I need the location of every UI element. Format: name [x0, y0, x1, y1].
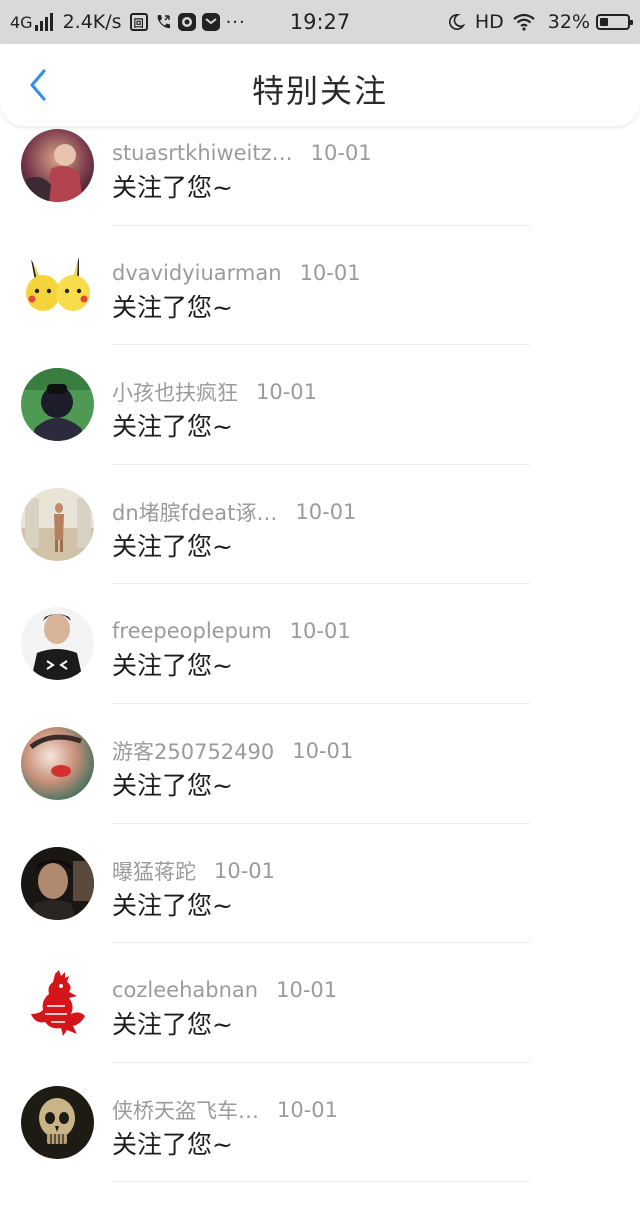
name-line: 侠桥天盗飞车… 10-01 — [112, 1096, 338, 1124]
battery-icon — [596, 14, 633, 30]
name-line: 曝猛蒋跎 10-01 — [112, 857, 275, 885]
name-line: stuasrtkhiweitz… 10-01 — [112, 139, 372, 167]
rooster-avatar — [21, 966, 94, 1040]
user-name[interactable]: 小孩也扶疯狂 — [112, 377, 238, 407]
status-right: HD 32% — [447, 0, 633, 44]
photo-avatar — [21, 607, 94, 681]
user-name[interactable]: stuasrtkhiweitz… — [112, 141, 293, 165]
follow-date: 10-01 — [295, 499, 357, 524]
moon-icon — [447, 13, 465, 31]
notification-message: 关注了您~ — [112, 531, 233, 561]
follow-date: 10-01 — [289, 619, 351, 644]
user-name[interactable]: dvavidyiuarman — [112, 261, 282, 285]
notification-message: 关注了您~ — [112, 412, 233, 442]
record-icon — [177, 13, 196, 31]
pikachu-avatar — [21, 248, 94, 322]
name-line: 小孩也扶疯狂 10-01 — [112, 378, 317, 406]
message-icon — [201, 13, 220, 31]
photo-avatar — [21, 487, 94, 561]
sim-icon: 回 — [129, 13, 148, 31]
name-line: dn堵膑fdeat诼… 10-01 — [112, 498, 356, 526]
battery-level — [600, 18, 609, 26]
notification-row[interactable]: cozleehabnan 10-01 关注了您~ — [0, 943, 640, 1063]
notification-row[interactable]: dn堵膑fdeat诼… 10-01 关注了您~ — [0, 465, 640, 585]
user-name[interactable]: 游客250752490 — [112, 736, 274, 766]
user-name[interactable]: freepeoplepum — [112, 619, 272, 643]
user-avatar[interactable] — [21, 248, 94, 322]
user-avatar[interactable] — [21, 846, 94, 920]
name-line: freepeoplepum 10-01 — [112, 617, 351, 645]
follow-date: 10-01 — [310, 141, 372, 165]
status-left: 4G 2.4K/s 回 ··· — [10, 0, 246, 44]
signal-icon — [34, 13, 55, 31]
photo-avatar — [21, 726, 94, 800]
notification-message: 关注了您~ — [112, 1129, 233, 1159]
user-avatar[interactable] — [21, 1085, 94, 1159]
notification-list: stuasrtkhiweitz… 10-01 关注了您~ dvavidyiuarman… — [0, 106, 640, 1182]
notification-message: 关注了您~ — [112, 292, 233, 322]
notification-row[interactable]: dvavidyiuarman 10-01 关注了您~ — [0, 226, 640, 346]
hd-indicator: HD — [474, 11, 504, 33]
battery-percent: 32% — [547, 11, 590, 33]
user-name[interactable]: 侠桥天盗飞车… — [112, 1095, 259, 1125]
notification-row[interactable]: 游客250752490 10-01 关注了您~ — [0, 704, 640, 824]
follow-date: 10-01 — [277, 1097, 339, 1122]
user-name[interactable]: 曝猛蒋跎 — [112, 856, 196, 886]
notification-message: 关注了您~ — [112, 173, 233, 202]
notification-row[interactable]: 侠桥天盗飞车… 10-01 关注了您~ — [0, 1063, 640, 1183]
name-line: dvavidyiuarman 10-01 — [112, 259, 361, 287]
notification-row[interactable]: 小孩也扶疯狂 10-01 关注了您~ — [0, 345, 640, 465]
list-bottom-edge — [0, 1200, 640, 1206]
user-avatar[interactable] — [21, 607, 94, 681]
user-avatar[interactable] — [21, 368, 94, 442]
more-notifications-icon: ··· — [225, 11, 246, 33]
notification-message: 关注了您~ — [112, 1010, 233, 1040]
page-title: 特别关注 — [251, 72, 388, 110]
notification-row[interactable]: freepeoplepum 10-01 关注了您~ — [0, 584, 640, 704]
follow-date: 10-01 — [256, 380, 318, 405]
notification-row[interactable]: 曝猛蒋跎 10-01 关注了您~ — [0, 824, 640, 944]
network-speed: 2.4K/s — [62, 11, 122, 33]
follow-date: 10-01 — [299, 260, 361, 285]
photo-avatar — [21, 129, 94, 202]
name-line: 游客250752490 10-01 — [112, 737, 353, 765]
follow-date: 10-01 — [214, 858, 276, 883]
photo-avatar — [21, 368, 94, 442]
follow-date: 10-01 — [276, 978, 338, 1003]
status-bar: 4G 2.4K/s 回 ··· 19:27 HD 32% — [0, 0, 640, 44]
user-name[interactable]: cozleehabnan — [112, 978, 258, 1002]
photo-avatar — [21, 846, 94, 920]
phone-icon — [154, 13, 172, 31]
notification-message: 关注了您~ — [112, 651, 233, 681]
user-avatar[interactable] — [21, 129, 94, 202]
user-avatar[interactable] — [21, 487, 94, 561]
network-type: 4G — [10, 12, 33, 32]
user-avatar[interactable] — [21, 966, 94, 1040]
follow-date: 10-01 — [292, 738, 354, 763]
user-name[interactable]: dn堵膑fdeat诼… — [112, 497, 277, 527]
app-header: 特别关注 — [0, 44, 640, 126]
wifi-icon — [512, 13, 536, 31]
name-line: cozleehabnan 10-01 — [112, 976, 337, 1004]
skull-avatar — [21, 1085, 94, 1159]
user-avatar[interactable] — [21, 726, 94, 800]
notification-message: 关注了您~ — [112, 890, 233, 920]
notification-message: 关注了您~ — [112, 770, 233, 800]
